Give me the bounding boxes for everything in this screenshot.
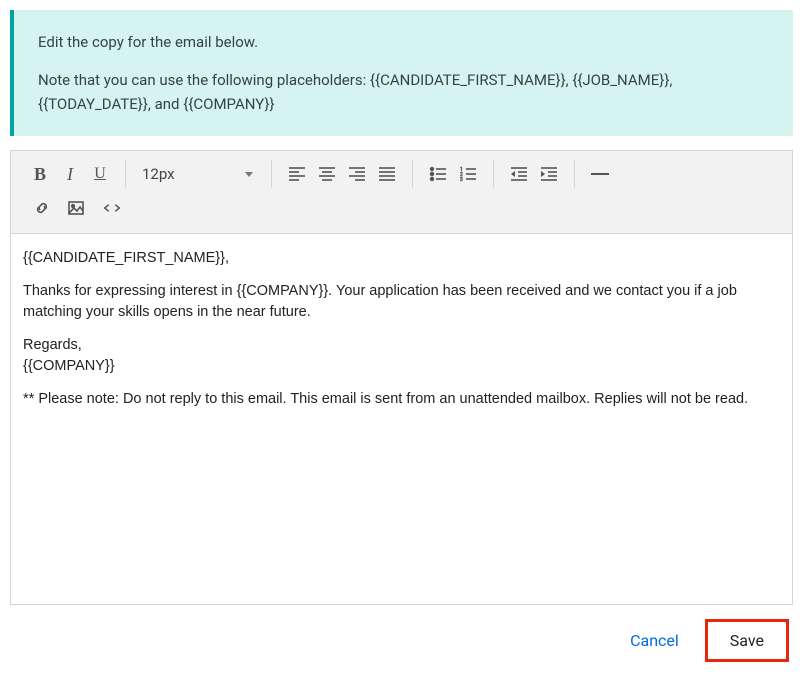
toolbar-separator: [412, 160, 413, 188]
outdent-button[interactable]: [504, 159, 534, 189]
underline-button[interactable]: U: [85, 159, 115, 189]
editor-content[interactable]: {{CANDIDATE_FIRST_NAME}}, Thanks for exp…: [11, 234, 792, 604]
chevron-down-icon: [245, 172, 253, 177]
toolbar-separator: [574, 160, 575, 188]
toolbar-separator: [125, 160, 126, 188]
hr-group: [579, 157, 621, 191]
email-signoff: Regards, {{COMPANY}}: [23, 335, 780, 377]
footer-actions: Cancel Save: [10, 605, 793, 668]
numbered-list-button[interactable]: 123: [453, 159, 483, 189]
horizontal-rule-button[interactable]: [585, 159, 615, 189]
save-button[interactable]: Save: [705, 619, 789, 662]
font-size-value: 12px: [142, 165, 175, 183]
list-group: 123: [417, 157, 489, 191]
bold-button[interactable]: B: [25, 159, 55, 189]
banner-placeholders-note: Note that you can use the following plac…: [38, 68, 769, 116]
banner-instruction: Edit the copy for the email below.: [38, 30, 769, 54]
toolbar-separator: [493, 160, 494, 188]
email-body: Thanks for expressing interest in {{COMP…: [23, 281, 780, 323]
align-justify-button[interactable]: [372, 159, 402, 189]
align-right-button[interactable]: [342, 159, 372, 189]
image-button[interactable]: [61, 193, 91, 223]
horizontal-rule-icon: [591, 173, 609, 175]
font-size-select[interactable]: 12px: [130, 159, 267, 189]
align-left-button[interactable]: [282, 159, 312, 189]
italic-button[interactable]: I: [55, 159, 85, 189]
toolbar-row-2: [19, 191, 784, 227]
toolbar-separator: [271, 160, 272, 188]
editor-toolbar: B I U 12px: [11, 151, 792, 234]
rich-text-editor: B I U 12px: [10, 150, 793, 605]
align-center-button[interactable]: [312, 159, 342, 189]
bullet-list-button[interactable]: [423, 159, 453, 189]
svg-text:3: 3: [460, 177, 463, 183]
indent-button[interactable]: [534, 159, 564, 189]
cancel-button[interactable]: Cancel: [624, 623, 685, 658]
info-banner: Edit the copy for the email below. Note …: [10, 10, 793, 136]
alignment-group: [276, 157, 408, 191]
email-greeting: {{CANDIDATE_FIRST_NAME}},: [23, 248, 780, 269]
indent-group: [498, 157, 570, 191]
link-button[interactable]: [27, 193, 57, 223]
format-text-group: B I U: [19, 157, 121, 191]
email-footer-note: ** Please note: Do not reply to this ema…: [23, 389, 780, 410]
code-view-button[interactable]: [95, 193, 129, 223]
